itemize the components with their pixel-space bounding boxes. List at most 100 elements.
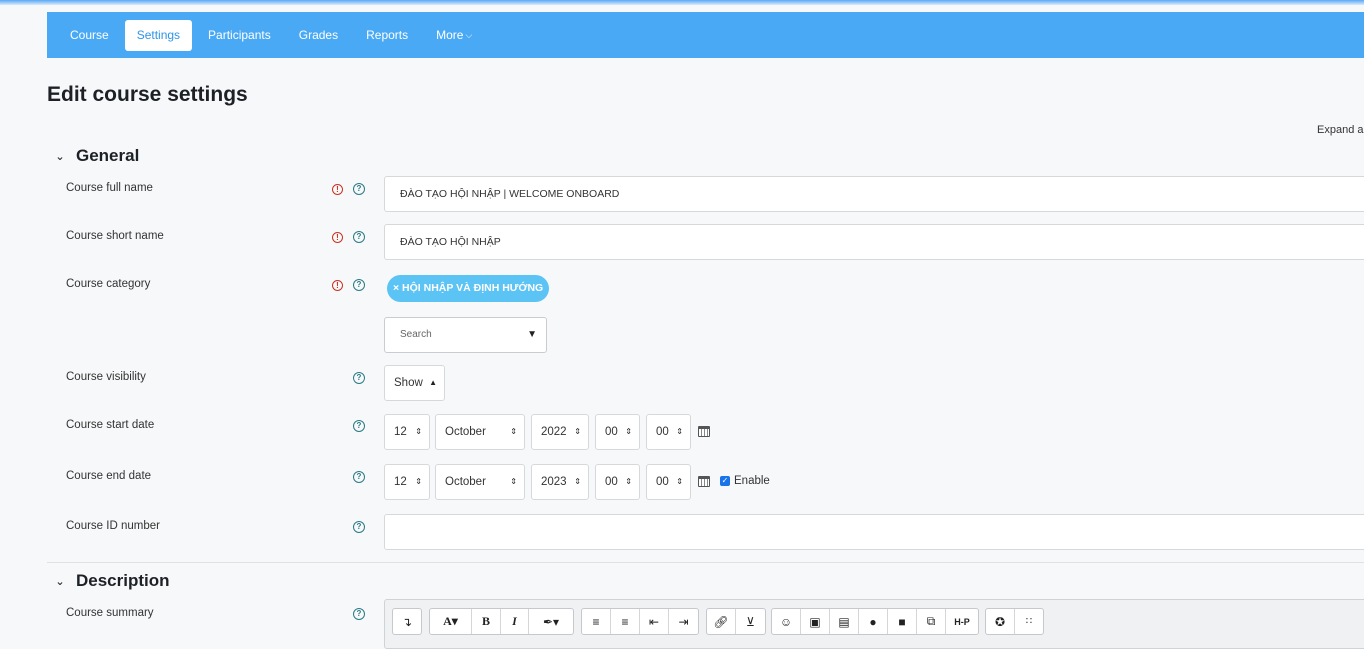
course-full-name-input[interactable]: ĐÀO TẠO HỘI NHẬP | WELCOME ONBOARD <box>384 176 1364 212</box>
section-header-description[interactable]: ⌄ Description <box>52 571 170 591</box>
image-icon[interactable]: ▣ <box>801 609 830 634</box>
end-date-enable[interactable]: ✓ Enable <box>720 475 770 487</box>
label-course-id-number: Course ID number <box>66 520 160 532</box>
category-search-select[interactable]: Search ▼ <box>384 317 547 353</box>
select-arrows-icon: ⇕ <box>415 427 422 436</box>
ordered-list-icon[interactable]: ≡ <box>611 609 640 634</box>
nav-more-label: More <box>436 27 464 42</box>
bold-icon[interactable]: B <box>472 609 501 634</box>
emoji-icon[interactable]: ☺ <box>772 609 801 634</box>
start-year-select[interactable]: 2022 ⇕ <box>531 414 589 450</box>
toolbar-group-style: A▾ B I ✒▾ <box>429 608 574 635</box>
video-icon[interactable]: ■ <box>888 609 917 634</box>
end-day-select[interactable]: 12 ⇕ <box>384 464 430 500</box>
label-course-summary: Course summary <box>66 607 154 619</box>
required-icon: ! <box>332 232 343 243</box>
course-id-number-input[interactable] <box>384 514 1364 550</box>
dropdown-triangle-icon: ▼ <box>527 329 537 340</box>
help-icon[interactable]: ? <box>353 231 365 243</box>
select-arrows-icon: ⇕ <box>415 477 422 486</box>
required-icon: ! <box>332 280 343 291</box>
section-title-description: Description <box>76 571 170 590</box>
link-icon[interactable]: 🔗︎ <box>707 609 736 634</box>
start-day-select[interactable]: 12 ⇕ <box>384 414 430 450</box>
start-month-value: October <box>445 426 486 438</box>
select-arrows-icon: ⇕ <box>676 427 683 436</box>
category-search-placeholder: Search <box>400 329 432 340</box>
help-icon[interactable]: ? <box>353 420 365 432</box>
end-year-select[interactable]: 2023 ⇕ <box>531 464 589 500</box>
nav-participants[interactable]: Participants <box>196 20 283 51</box>
screenreader-icon[interactable]: ∷ <box>1015 609 1043 634</box>
end-day-value: 12 <box>394 476 407 488</box>
toolbar-group-collapse: ↴ <box>392 608 422 635</box>
unordered-list-icon[interactable]: ≡ <box>582 609 611 634</box>
page-title: Edit course settings <box>47 83 248 106</box>
select-arrows-icon: ⇕ <box>574 477 581 486</box>
select-arrows-icon: ⇕ <box>625 427 632 436</box>
course-secondary-nav: Course Settings Participants Grades Repo… <box>47 12 1364 58</box>
nav-reports[interactable]: Reports <box>354 20 420 51</box>
toolbar-toggle-icon[interactable]: ↴ <box>393 609 421 634</box>
label-course-category: Course category <box>66 278 151 290</box>
calendar-icon[interactable] <box>698 426 710 437</box>
course-visibility-value: Show <box>394 377 423 389</box>
outdent-icon[interactable]: ⇤ <box>640 609 669 634</box>
nav-course[interactable]: Course <box>58 20 121 51</box>
section-header-general[interactable]: ⌄ General <box>52 146 139 166</box>
indent-icon[interactable]: ⇥ <box>669 609 698 634</box>
brush-icon[interactable]: ✒▾ <box>529 609 573 634</box>
chevron-down-icon[interactable]: ⌄ <box>52 150 68 163</box>
nav-more[interactable]: More ⌵ <box>424 20 484 51</box>
label-course-full-name: Course full name <box>66 182 153 194</box>
enable-label: Enable <box>734 475 770 487</box>
start-month-select[interactable]: October ⇕ <box>435 414 525 450</box>
file-icon[interactable]: ▤ <box>830 609 859 634</box>
help-icon[interactable]: ? <box>353 521 365 533</box>
course-visibility-select[interactable]: Show ▲︎ <box>384 365 445 401</box>
accessibility-icon[interactable]: ✪ <box>986 609 1015 634</box>
section-title-general: General <box>76 146 140 165</box>
help-icon[interactable]: ? <box>353 471 365 483</box>
start-hour-value: 00 <box>605 426 618 438</box>
chevron-down-icon[interactable]: ⌄ <box>52 575 68 588</box>
start-day-value: 12 <box>394 426 407 438</box>
unlink-icon[interactable]: ⊻ <box>736 609 765 634</box>
end-hour-value: 00 <box>605 476 618 488</box>
select-arrows-icon: ⇕ <box>574 427 581 436</box>
section-divider <box>47 562 1364 563</box>
help-icon[interactable]: ? <box>353 183 365 195</box>
help-icon[interactable]: ? <box>353 608 365 620</box>
italic-icon[interactable]: I <box>501 609 529 634</box>
end-minute-value: 00 <box>656 476 669 488</box>
end-minute-select[interactable]: 00 ⇕ <box>646 464 691 500</box>
end-hour-select[interactable]: 00 ⇕ <box>595 464 640 500</box>
category-chip[interactable]: × HỘI NHẬP VÀ ĐỊNH HƯỚNG <box>387 275 550 302</box>
h5p-icon[interactable]: H-P <box>946 609 978 634</box>
start-minute-select[interactable]: 00 ⇕ <box>646 414 691 450</box>
font-style-icon[interactable]: A▾ <box>430 609 472 634</box>
toolbar-group-lists: ≡ ≡ ⇤ ⇥ <box>581 608 699 635</box>
course-short-name-input[interactable]: ĐÀO TẠO HỘI NHẬP <box>384 224 1364 260</box>
select-arrows-icon: ⇕ <box>510 477 517 486</box>
toolbar-group-tools: ✪ ∷ <box>985 608 1044 635</box>
help-icon[interactable]: ? <box>353 372 365 384</box>
help-icon[interactable]: ? <box>353 279 365 291</box>
enable-checkbox[interactable]: ✓ <box>720 476 730 486</box>
select-arrows-icon: ⇕ <box>625 477 632 486</box>
nav-settings[interactable]: Settings <box>124 19 193 51</box>
required-icon: ! <box>332 184 343 195</box>
calendar-icon[interactable] <box>698 476 710 487</box>
top-strip <box>0 0 1364 5</box>
copy-icon[interactable]: ⧉ <box>917 609 946 634</box>
select-arrows-icon: ▲︎ <box>429 378 437 387</box>
end-month-select[interactable]: October ⇕ <box>435 464 525 500</box>
expand-all-link[interactable]: Expand a <box>1317 124 1363 136</box>
end-month-value: October <box>445 476 486 488</box>
summary-editor[interactable]: ↴ A▾ B I ✒▾ ≡ ≡ ⇤ ⇥ 🔗︎ ⊻ ☺ ▣ ▤ ● ■ ⧉ H-P… <box>384 599 1364 649</box>
label-course-start-date: Course start date <box>66 419 155 431</box>
nav-grades[interactable]: Grades <box>287 20 350 51</box>
start-hour-select[interactable]: 00 ⇕ <box>595 414 640 450</box>
select-arrows-icon: ⇕ <box>676 477 683 486</box>
microphone-icon[interactable]: ● <box>859 609 888 634</box>
